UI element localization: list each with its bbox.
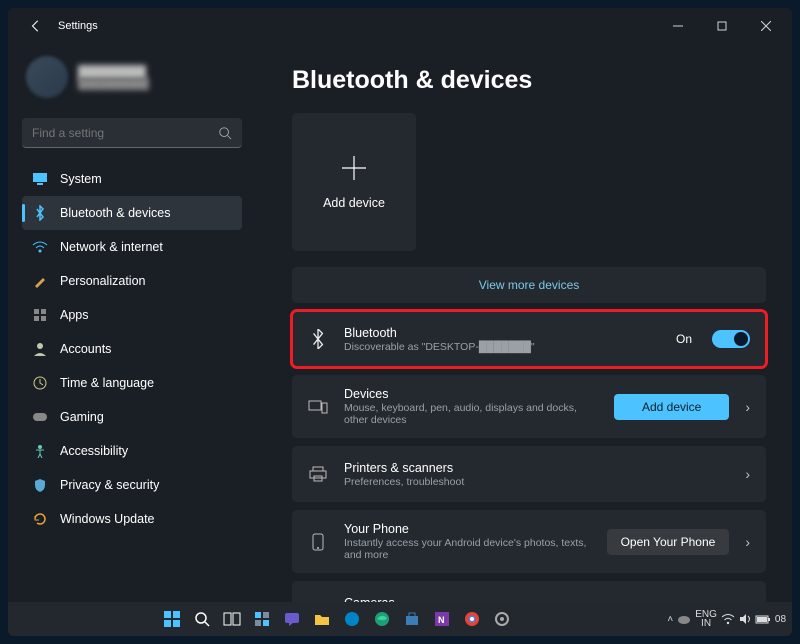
wifi-icon	[32, 239, 48, 255]
lang-label-2: IN	[695, 619, 717, 628]
maximize-button[interactable]	[700, 11, 744, 41]
nav-list: System Bluetooth & devices Network & int…	[22, 162, 242, 536]
settings-window: Settings ████████ ██████████	[8, 8, 792, 606]
your-phone-card[interactable]: Your Phone Instantly access your Android…	[292, 510, 766, 573]
nav-windows-update[interactable]: Windows Update	[22, 502, 242, 536]
nav-apps[interactable]: Apps	[22, 298, 242, 332]
close-button[interactable]	[744, 11, 788, 41]
bluetooth-icon	[32, 205, 48, 221]
toggle-state-label: On	[676, 332, 692, 346]
chrome-icon[interactable]	[458, 605, 486, 633]
person-icon	[32, 341, 48, 357]
user-name: ████████	[78, 65, 149, 79]
nav-system[interactable]: System	[22, 162, 242, 196]
user-email: ██████████	[78, 79, 149, 90]
bluetooth-title: Bluetooth	[344, 326, 660, 340]
nav-bluetooth-devices[interactable]: Bluetooth & devices	[22, 196, 242, 230]
chevron-right-icon: ›	[745, 466, 750, 482]
gamepad-icon	[32, 409, 48, 425]
nav-accounts[interactable]: Accounts	[22, 332, 242, 366]
nav-time-language[interactable]: Time & language	[22, 366, 242, 400]
onedrive-icon[interactable]	[677, 614, 691, 624]
clock-tray[interactable]: 08	[775, 614, 786, 625]
printers-desc: Preferences, troubleshoot	[344, 476, 729, 488]
chevron-right-icon: ›	[745, 399, 750, 415]
nav-personalization[interactable]: Personalization	[22, 264, 242, 298]
bluetooth-toggle[interactable]	[712, 330, 750, 348]
brush-icon	[32, 273, 48, 289]
printers-card[interactable]: Printers & scanners Preferences, trouble…	[292, 446, 766, 502]
file-explorer[interactable]	[308, 605, 336, 633]
phone-title: Your Phone	[344, 522, 591, 536]
volume-tray-icon[interactable]	[739, 613, 751, 625]
add-device-tile[interactable]: Add device	[292, 113, 416, 251]
svg-text:N: N	[438, 615, 445, 625]
dell-icon[interactable]	[338, 605, 366, 633]
search-input[interactable]	[32, 126, 218, 140]
minimize-button[interactable]	[656, 11, 700, 41]
devices-card[interactable]: Devices Mouse, keyboard, pen, audio, dis…	[292, 375, 766, 438]
plus-icon	[340, 154, 368, 182]
store-icon[interactable]	[398, 605, 426, 633]
onenote-icon[interactable]: N	[428, 605, 456, 633]
wifi-tray-icon[interactable]	[721, 614, 735, 625]
devices-icon	[308, 399, 328, 415]
bluetooth-icon	[308, 329, 328, 349]
nav-network[interactable]: Network & internet	[22, 230, 242, 264]
main-panel: Bluetooth & devices Add device View more…	[252, 44, 792, 606]
devices-desc: Mouse, keyboard, pen, audio, displays an…	[344, 402, 598, 426]
chat-icon[interactable]	[278, 605, 306, 633]
printer-icon	[308, 466, 328, 482]
avatar	[26, 56, 68, 98]
search-box[interactable]	[22, 118, 242, 148]
back-button[interactable]	[20, 19, 52, 33]
display-icon	[32, 171, 48, 187]
printers-title: Printers & scanners	[344, 461, 729, 475]
shield-icon	[32, 477, 48, 493]
search-taskbar[interactable]	[188, 605, 216, 633]
phone-icon	[308, 533, 328, 551]
nav-gaming[interactable]: Gaming	[22, 400, 242, 434]
phone-desc: Instantly access your Android device's p…	[344, 537, 591, 561]
grid-icon	[32, 307, 48, 323]
battery-tray-icon[interactable]	[755, 615, 771, 624]
bluetooth-desc: Discoverable as "DESKTOP-███████"	[344, 341, 660, 353]
sidebar: ████████ ██████████ System Bluetooth & d…	[8, 44, 252, 606]
task-view[interactable]	[218, 605, 246, 633]
search-icon	[218, 126, 232, 140]
nav-accessibility[interactable]: Accessibility	[22, 434, 242, 468]
chevron-right-icon: ›	[745, 534, 750, 550]
bluetooth-card: Bluetooth Discoverable as "DESKTOP-█████…	[292, 311, 766, 367]
devices-title: Devices	[344, 387, 598, 401]
window-title: Settings	[58, 20, 98, 32]
user-account[interactable]: ████████ ██████████	[22, 50, 242, 112]
accessibility-icon	[32, 443, 48, 459]
start-button[interactable]	[158, 605, 186, 633]
add-device-label: Add device	[323, 196, 385, 210]
widgets[interactable]	[248, 605, 276, 633]
tray-chevron-icon[interactable]: ˄	[667, 614, 673, 625]
edge-icon[interactable]	[368, 605, 396, 633]
open-your-phone-button[interactable]: Open Your Phone	[607, 529, 730, 555]
view-more-devices[interactable]: View more devices	[292, 267, 766, 303]
page-title: Bluetooth & devices	[292, 66, 766, 95]
settings-taskbar[interactable]	[488, 605, 516, 633]
taskbar: N ˄ ENG IN 08	[8, 602, 792, 636]
nav-privacy[interactable]: Privacy & security	[22, 468, 242, 502]
titlebar: Settings	[8, 8, 792, 44]
add-device-button[interactable]: Add device	[614, 394, 729, 420]
system-tray[interactable]: ˄ ENG IN 08	[667, 610, 792, 628]
clock-icon	[32, 375, 48, 391]
update-icon	[32, 511, 48, 527]
